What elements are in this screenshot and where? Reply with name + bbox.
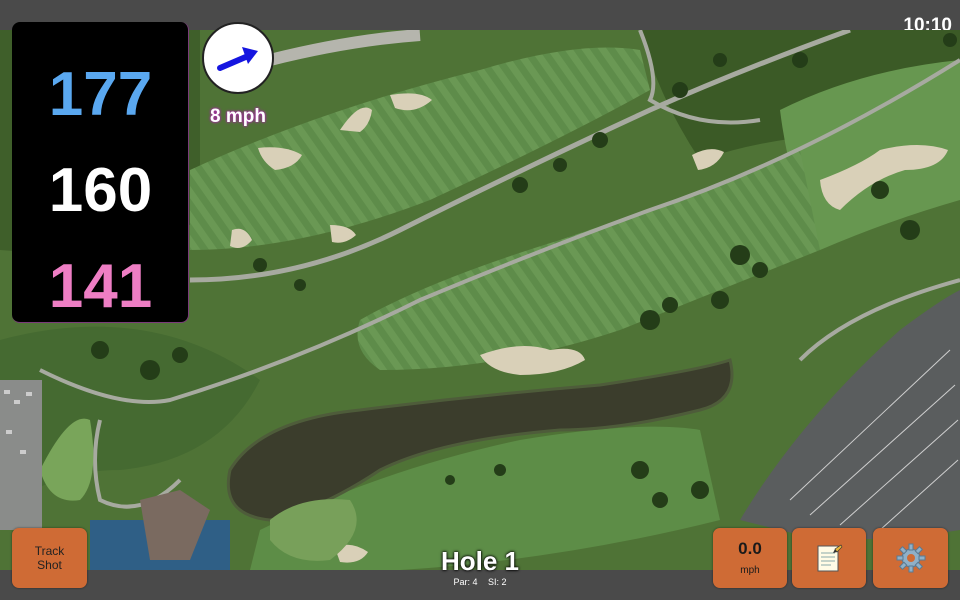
track-shot-label-line2: Shot	[37, 558, 62, 572]
hole-par: Par: 4	[453, 577, 478, 587]
speed-button[interactable]: 0.0 mph	[713, 528, 787, 588]
notes-button[interactable]	[792, 528, 866, 588]
wind-direction-arrow-icon	[217, 47, 258, 71]
track-shot-button[interactable]: Track Shot	[12, 528, 87, 588]
distance-front: 141	[48, 252, 153, 321]
wind-speed-label: 8 mph	[210, 106, 266, 127]
hole-info: Par: 4 SI: 2	[400, 577, 560, 587]
distance-back: 177	[48, 60, 153, 129]
gear-icon	[896, 543, 925, 573]
distance-middle: 160	[48, 156, 153, 225]
hole-title: Hole 1	[440, 546, 520, 576]
distance-panel: 177 160 141	[12, 22, 189, 323]
track-shot-label-line1: Track	[34, 544, 65, 558]
wind-direction-indicator	[202, 22, 274, 94]
notepad-icon	[817, 544, 843, 572]
speed-value: 0.0	[738, 539, 762, 558]
speed-unit: mph	[740, 565, 760, 576]
settings-button[interactable]	[873, 528, 948, 588]
hole-stroke-index: SI: 2	[488, 577, 507, 587]
